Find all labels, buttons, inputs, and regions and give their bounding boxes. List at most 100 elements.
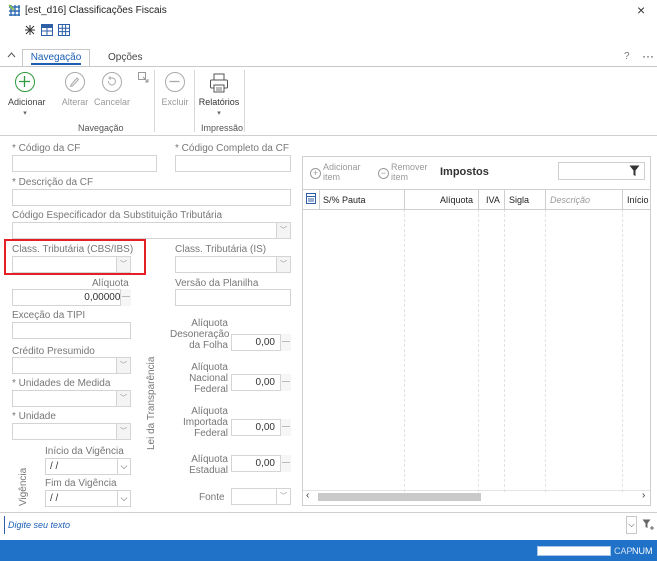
help-button[interactable]: ?: [624, 51, 630, 62]
scroll-left-icon[interactable]: ‹: [306, 490, 309, 501]
descricao-cf-input[interactable]: [12, 189, 291, 206]
cap-indicator: CAP: [614, 546, 633, 556]
fim-vigencia-dropdown[interactable]: ⌵: [117, 490, 131, 507]
chevron-down-icon: ﹀: [116, 424, 130, 439]
codigo-completo-cf-input[interactable]: [175, 155, 291, 172]
label-line: Desoneração: [170, 329, 230, 340]
label-line: Alíquota: [191, 362, 228, 373]
aliquota-input[interactable]: 0,000000: [12, 289, 131, 306]
column-header-pauta[interactable]: S/% Pauta: [323, 195, 366, 205]
label-line: Alíquota: [191, 406, 228, 417]
minus-circle-icon: [165, 72, 185, 92]
plus-circle-icon: [15, 72, 35, 92]
alterar-label: Alterar: [61, 97, 89, 107]
collapse-ribbon-icon[interactable]: [7, 50, 16, 60]
aliquota-spinner[interactable]: [120, 289, 131, 306]
cest-label: Código Especificador da Substituição Tri…: [12, 210, 223, 221]
adicionar-button[interactable]: Adicionar ▾: [8, 72, 46, 117]
fonte-combo[interactable]: ﹀: [231, 488, 291, 505]
label-line: Remover: [391, 162, 428, 172]
cancelar-button[interactable]: Cancelar: [94, 72, 130, 107]
cest-combo[interactable]: ﹀: [12, 222, 291, 239]
aliq-desoneracao-spinner[interactable]: [280, 334, 291, 351]
inicio-vigencia-label: Início da Vigência: [45, 446, 124, 457]
column-header-sigla[interactable]: Sigla: [509, 195, 529, 205]
label-line: Estadual: [189, 465, 228, 476]
grid-col-divider: [622, 189, 623, 210]
launcher-icon[interactable]: [138, 72, 149, 83]
aliq-importada-spinner[interactable]: [280, 419, 291, 436]
chevron-down-icon: ﹀: [276, 223, 290, 238]
group-label-navegacao: Navegação: [78, 123, 124, 133]
label-line: Federal: [194, 384, 228, 395]
ribbon-separator: [244, 70, 245, 132]
highlight-box: [4, 239, 146, 275]
text-search-dropdown[interactable]: ⌵: [626, 516, 637, 534]
plus-circle-icon: +: [310, 168, 321, 179]
window-title: [est_d16] Classificações Fiscais: [25, 5, 167, 16]
undo-circle-icon: [102, 72, 122, 92]
column-chooser-icon[interactable]: [306, 193, 316, 204]
aliq-importada-label: Alíquota Importada Federal: [170, 406, 228, 439]
label-line: Alíquota: [191, 318, 228, 329]
close-button[interactable]: ×: [637, 2, 645, 18]
codigo-cf-input[interactable]: [12, 155, 157, 172]
caret-down-icon: ▾: [23, 110, 27, 117]
scroll-right-icon[interactable]: ›: [642, 490, 645, 501]
tab-opcoes[interactable]: Opções: [108, 52, 142, 63]
excecao-tipi-input[interactable]: [12, 322, 131, 339]
cancelar-label: Cancelar: [94, 97, 131, 107]
inicio-vigencia-dropdown[interactable]: ⌵: [117, 458, 131, 475]
scrollbar-thumb[interactable]: [318, 493, 481, 501]
remove-item-button[interactable]: − Remover item: [378, 162, 428, 182]
aliq-estadual-spinner[interactable]: [280, 455, 291, 472]
versao-planilha-input[interactable]: [175, 289, 291, 306]
label-line: Alíquota: [191, 454, 228, 465]
ribbon-separator: [194, 70, 195, 132]
column-header-iva[interactable]: IVA: [486, 195, 500, 205]
status-progress: [537, 546, 611, 556]
grid-col-divider: [404, 189, 405, 492]
filter-add-icon[interactable]: [642, 519, 654, 531]
grid-col-divider: [622, 189, 623, 492]
alterar-button[interactable]: Alterar: [60, 72, 90, 107]
excecao-tipi-label: Exceção da TIPI: [12, 310, 86, 321]
group-label-impressao: Impressão: [201, 123, 244, 133]
caret-down-icon: ▾: [217, 110, 221, 117]
text-search-input[interactable]: [4, 516, 622, 534]
app-grid-icon: [8, 4, 21, 17]
excluir-button[interactable]: Excluir: [160, 72, 190, 107]
relatorios-button[interactable]: Relatórios ▾: [198, 72, 240, 117]
versao-planilha-label: Versão da Planilha: [175, 278, 259, 289]
column-header-aliquota[interactable]: Alíquota: [440, 195, 473, 205]
grid-col-divider: [404, 189, 405, 210]
quick-access-toolbar: [24, 24, 70, 40]
more-options-button[interactable]: ···: [642, 49, 654, 63]
grid-col-divider: [504, 189, 505, 210]
tab-navegacao[interactable]: Navegação: [22, 49, 90, 67]
filter-icon[interactable]: [629, 165, 640, 177]
table-icon[interactable]: [41, 24, 53, 36]
text-search-placeholder: Digite seu texto: [8, 520, 71, 530]
grid-col-divider: [545, 189, 546, 210]
aliq-nacional-spinner[interactable]: [280, 374, 291, 391]
add-item-button[interactable]: + Adicionar item: [310, 162, 361, 182]
unidades-medida-combo[interactable]: ﹀: [12, 390, 131, 407]
grid-col-divider: [319, 189, 320, 210]
fim-vigencia-label: Fim da Vigência: [45, 478, 117, 489]
grid-col-divider: [504, 189, 505, 492]
unidade-combo[interactable]: ﹀: [12, 423, 131, 440]
label-line: Adicionar: [323, 162, 361, 172]
pencil-circle-icon: [65, 72, 85, 92]
chevron-down-icon: ﹀: [276, 257, 290, 272]
fonte-label: Fonte: [199, 492, 225, 503]
grid-col-divider: [478, 189, 479, 210]
column-header-descricao[interactable]: Descrição: [550, 195, 590, 205]
column-header-inicio[interactable]: Início: [627, 195, 649, 205]
class-is-combo[interactable]: ﹀: [175, 256, 291, 273]
grid-col-divider: [545, 189, 546, 492]
aliq-estadual-label: Alíquota Estadual: [170, 454, 228, 476]
grid-icon[interactable]: [58, 24, 70, 36]
credito-presumido-combo[interactable]: ﹀: [12, 357, 131, 374]
expand-icon[interactable]: [24, 24, 36, 36]
